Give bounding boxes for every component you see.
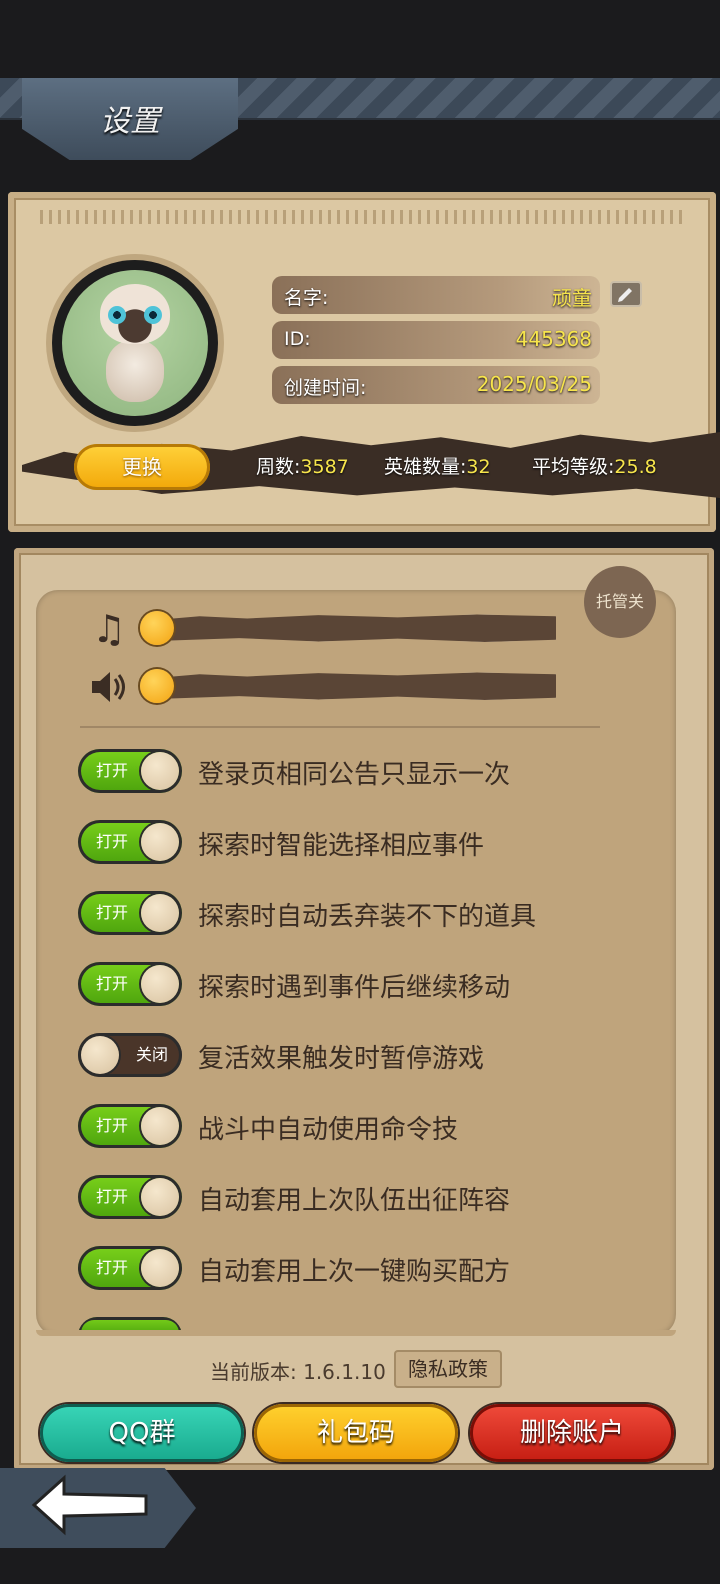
sound-volume-knob[interactable] <box>140 669 174 703</box>
toggle-state: 打开 <box>96 974 129 993</box>
id-label: ID: <box>284 328 311 350</box>
avatar-eye-right <box>144 306 162 324</box>
gift-code-button[interactable]: 礼包码 <box>254 1404 458 1462</box>
toggle-announcement-once[interactable]: 打开 <box>78 749 182 793</box>
privacy-policy-button[interactable]: 隐私政策 <box>394 1350 502 1388</box>
toggle-knob <box>141 1249 179 1287</box>
toggle-knob <box>141 965 179 1003</box>
weeks-stat: 周数:3587 <box>256 452 349 479</box>
option-label: 自动套用上次一键购买配方 <box>198 1257 511 1287</box>
qq-group-button[interactable]: QQ群 <box>40 1404 244 1462</box>
toggle-knob <box>141 752 179 790</box>
toggle-pause-on-revive[interactable]: 关闭 <box>78 1033 182 1077</box>
change-avatar-button[interactable]: 更换 <box>74 444 210 490</box>
music-volume-slider[interactable] <box>160 614 556 642</box>
toggle-state: 打开 <box>96 1116 129 1135</box>
toggle-knob <box>141 894 179 932</box>
toggle-knob <box>141 1107 179 1145</box>
sound-volume-slider[interactable] <box>160 672 556 700</box>
created-value: 2025/03/25 <box>476 372 592 396</box>
option-label: 探索时自动丢弃装不下的道具 <box>198 902 537 932</box>
toggle-auto-recipe[interactable]: 打开 <box>78 1246 182 1290</box>
toggle-state: 打开 <box>96 1187 129 1206</box>
toggle-state: 关闭 <box>135 1045 168 1064</box>
back-arrow-icon <box>30 1470 150 1540</box>
list-clip <box>36 1330 676 1336</box>
delete-account-button[interactable]: 删除账户 <box>470 1404 674 1462</box>
weeks-value: 3587 <box>300 456 349 478</box>
name-label: 名字: <box>284 287 329 309</box>
heroes-label: 英雄数量: <box>384 456 467 478</box>
avg-level-stat: 平均等级:25.8 <box>532 452 657 479</box>
option-label: 战斗中自动使用命令技 <box>198 1115 459 1145</box>
autoplay-toggle-button[interactable]: 托管关 <box>584 566 656 638</box>
header-divider <box>0 160 720 190</box>
version-text: 当前版本: 1.6.1.10 <box>210 1360 386 1384</box>
name-value: 顽童 <box>552 286 592 310</box>
option-label: 自动套用上次队伍出征阵容 <box>198 1186 511 1216</box>
decorative-border <box>40 210 688 224</box>
avg-level-value: 25.8 <box>614 456 657 478</box>
weeks-label: 周数: <box>256 456 301 478</box>
heroes-value: 32 <box>466 456 491 478</box>
toggle-state: 打开 <box>96 903 129 922</box>
toggle-state: 打开 <box>96 761 129 780</box>
toggle-knob <box>141 823 179 861</box>
divider <box>80 726 600 728</box>
option-label: 探索时遇到事件后继续移动 <box>198 973 511 1003</box>
toggle-auto-command-skill[interactable]: 打开 <box>78 1104 182 1148</box>
toggle-smart-event[interactable]: 打开 <box>78 820 182 864</box>
speaker-icon <box>88 666 130 708</box>
created-label: 创建时间: <box>284 377 367 399</box>
id-value: 445368 <box>515 327 592 351</box>
toggle-knob <box>81 1036 119 1074</box>
edit-name-icon[interactable] <box>610 281 642 307</box>
avatar-cat-body <box>106 340 164 402</box>
toggle-state: 打开 <box>96 1258 129 1277</box>
avatar-eye-left <box>108 306 126 324</box>
option-label: 复活效果触发时暂停游戏 <box>198 1044 485 1074</box>
music-note-icon: ♫ <box>91 607 127 651</box>
page-title: 设置 <box>100 104 160 139</box>
toggle-auto-discard[interactable]: 打开 <box>78 891 182 935</box>
avg-level-label: 平均等级: <box>532 456 615 478</box>
toggle-knob <box>141 1178 179 1216</box>
heroes-stat: 英雄数量:32 <box>384 452 491 479</box>
option-label: 登录页相同公告只显示一次 <box>198 760 511 790</box>
toggle-continue-move[interactable]: 打开 <box>78 962 182 1006</box>
option-label: 探索时智能选择相应事件 <box>198 831 485 861</box>
toggle-auto-lineup[interactable]: 打开 <box>78 1175 182 1219</box>
toggle-state: 打开 <box>96 832 129 851</box>
music-volume-knob[interactable] <box>140 611 174 645</box>
